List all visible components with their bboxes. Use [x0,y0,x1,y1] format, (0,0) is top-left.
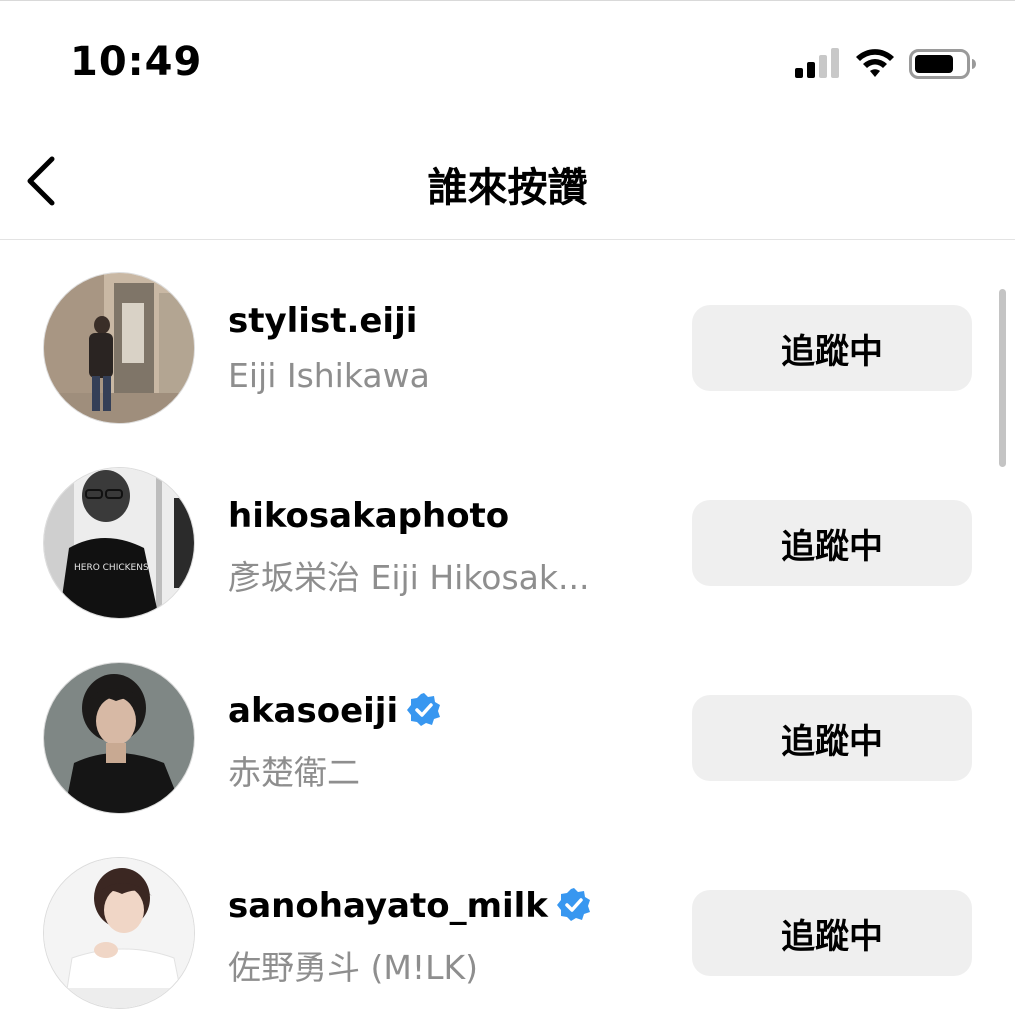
avatar[interactable] [44,273,194,423]
username-text[interactable]: akasoeiji [228,691,398,731]
avatar-photo [44,663,194,813]
username-text[interactable]: sanohayato_milk [228,886,548,926]
following-button[interactable]: 追蹤中 [692,305,972,391]
avatar[interactable] [44,663,194,813]
wifi-icon [856,49,894,77]
verified-badge-icon [556,888,590,921]
username[interactable]: stylist.eiji [228,301,417,341]
list-item[interactable]: HERO CHICKENS hikosakaphoto 彥坂栄治 Eiji Hi… [0,436,1015,631]
avatar[interactable]: HERO CHICKENS [44,468,194,618]
likers-list: stylist.eiji Eiji Ishikawa 追蹤中 HERO CHIC… [0,241,1015,1024]
username-text[interactable]: hikosakaphoto [228,496,509,536]
following-button[interactable]: 追蹤中 [692,890,972,976]
avatar[interactable] [44,858,194,1008]
username[interactable]: sanohayato_milk [228,886,592,926]
scrollbar[interactable] [999,289,1006,467]
username-text[interactable]: stylist.eiji [228,301,417,341]
full-name: 赤楚衛二 [228,753,360,792]
svg-text:HERO CHICKENS: HERO CHICKENS [74,563,149,573]
username[interactable]: akasoeiji [228,691,442,731]
avatar-photo [44,273,194,423]
navigation-bar: 誰來按讚 [0,121,1015,240]
username[interactable]: hikosakaphoto [228,496,509,536]
following-button[interactable]: 追蹤中 [692,500,972,586]
avatar-photo [44,858,194,1008]
following-button[interactable]: 追蹤中 [692,695,972,781]
list-item[interactable]: sanohayato_milk 佐野勇斗 (M!LK) 追蹤中 [0,826,1015,1021]
full-name: 彥坂栄治 Eiji Hikosak... [228,558,590,597]
avatar-photo: HERO CHICKENS [44,468,194,618]
status-time: 10:49 [70,39,203,85]
list-item[interactable]: stylist.eiji Eiji Ishikawa 追蹤中 [0,241,1015,436]
likes-screen: 10:49 誰來按讚 stylist.eiji Eiji Ishikawa 追蹤… [0,0,1015,1024]
list-item[interactable]: akasoeiji 赤楚衛二 追蹤中 [0,631,1015,826]
full-name: 佐野勇斗 (M!LK) [228,948,478,987]
verified-badge-icon [407,693,441,726]
page-title: 誰來按讚 [427,165,588,211]
cellular-signal-icon [795,47,843,81]
battery-icon [909,49,976,79]
full-name: Eiji Ishikawa [228,356,430,395]
